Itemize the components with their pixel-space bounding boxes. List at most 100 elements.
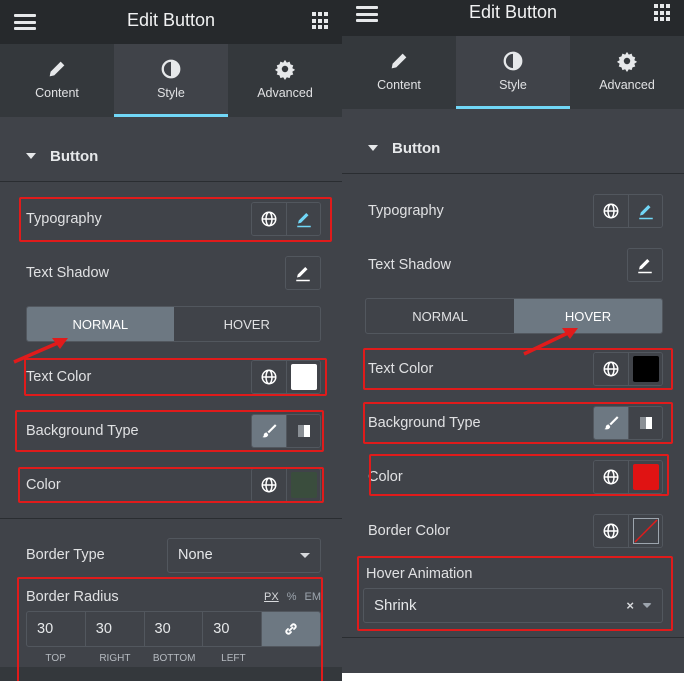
- text-color-swatch[interactable]: [628, 353, 662, 385]
- radius-right-input[interactable]: 30: [86, 612, 145, 646]
- pencil-icon: [296, 213, 311, 228]
- section-body: Typography Text Shadow NORMAL HOVER Text…: [0, 182, 342, 681]
- hover-animation-value: Shrink: [374, 597, 417, 614]
- radius-left-input[interactable]: 30: [203, 612, 262, 646]
- gradient-background-button[interactable]: [286, 415, 320, 447]
- typography-row: Typography: [19, 192, 332, 246]
- text-color-controls: [593, 352, 663, 386]
- color-row: Color: [18, 458, 324, 512]
- radius-bottom-input[interactable]: 30: [145, 612, 204, 646]
- hover-animation-label: Hover Animation: [366, 566, 473, 582]
- background-type-controls: [251, 414, 321, 448]
- background-type-label: Background Type: [26, 423, 139, 439]
- gear-icon: [616, 51, 638, 72]
- unit-px[interactable]: PX: [264, 591, 279, 603]
- tab-label: Content: [377, 78, 421, 92]
- edit-text-shadow-button[interactable]: [628, 249, 662, 281]
- border-radius-label: Border Radius: [26, 589, 119, 605]
- classic-background-button[interactable]: [594, 407, 628, 439]
- section-title: Button: [392, 139, 441, 157]
- radius-top-input[interactable]: 30: [27, 612, 86, 646]
- border-color-row: Border Color: [363, 504, 663, 558]
- caret-down-icon: [368, 145, 378, 151]
- hover-animation-select[interactable]: Shrink ×: [363, 588, 663, 623]
- color-controls: [251, 468, 321, 502]
- tab-hover[interactable]: HOVER: [174, 307, 321, 341]
- tab-label: Style: [157, 86, 185, 100]
- gradient-icon: [297, 425, 310, 437]
- border-type-row: Border Type None: [21, 533, 321, 577]
- link-values-button[interactable]: [262, 612, 320, 646]
- no-color-icon: [632, 518, 659, 544]
- state-toggle: NORMAL HOVER: [26, 306, 321, 342]
- global-button[interactable]: [594, 353, 628, 385]
- link-icon: [285, 623, 297, 635]
- caret-down-icon: [26, 153, 36, 159]
- unit-em[interactable]: EM: [305, 591, 322, 603]
- section-title: Button: [50, 147, 99, 165]
- contrast-icon: [503, 51, 523, 71]
- panel-header: Edit Button: [0, 0, 342, 44]
- pencil-icon: [638, 205, 653, 220]
- tab-content[interactable]: Content: [0, 44, 114, 117]
- tab-style[interactable]: Style: [456, 36, 570, 109]
- text-shadow-label: Text Shadow: [368, 257, 452, 273]
- globe-icon: [603, 203, 619, 219]
- color-row: Color: [363, 450, 669, 504]
- color-controls: [593, 460, 663, 494]
- text-color-swatch[interactable]: [286, 361, 320, 393]
- gradient-icon: [639, 417, 652, 429]
- global-button[interactable]: [594, 461, 628, 493]
- pencil-icon: [296, 267, 310, 282]
- edit-typography-button[interactable]: [286, 203, 320, 235]
- tab-advanced[interactable]: Advanced: [570, 36, 684, 109]
- widgets-grid-icon[interactable]: [654, 4, 672, 22]
- global-button[interactable]: [594, 515, 628, 547]
- tab-label: Style: [499, 78, 527, 92]
- tab-label: Advanced: [257, 86, 313, 100]
- section-button-header[interactable]: Button: [342, 123, 684, 174]
- typography-controls: [251, 202, 321, 236]
- tab-normal[interactable]: NORMAL: [27, 307, 174, 341]
- global-button[interactable]: [252, 203, 286, 235]
- tab-advanced[interactable]: Advanced: [228, 44, 342, 117]
- tab-hover[interactable]: HOVER: [514, 299, 662, 333]
- color-swatch[interactable]: [286, 469, 320, 501]
- panel-title: Edit Button: [468, 2, 558, 22]
- hover-animation-block: Hover Animation Shrink ×: [357, 556, 673, 631]
- tab-label: Advanced: [599, 78, 655, 92]
- text-color-label: Text Color: [368, 361, 434, 377]
- classic-background-button[interactable]: [252, 415, 286, 447]
- tab-style[interactable]: Style: [114, 44, 228, 117]
- widgets-grid-icon[interactable]: [312, 12, 330, 30]
- border-type-select[interactable]: None: [167, 537, 321, 573]
- background-type-row: Background Type: [15, 404, 324, 458]
- global-button[interactable]: [594, 195, 628, 227]
- gradient-background-button[interactable]: [628, 407, 662, 439]
- section-button-header[interactable]: Button: [0, 131, 342, 182]
- color-swatch[interactable]: [628, 461, 662, 493]
- edit-typography-button[interactable]: [628, 195, 662, 227]
- pencil-icon: [638, 259, 652, 274]
- edit-text-shadow-button[interactable]: [286, 257, 320, 289]
- border-color-controls: [593, 514, 663, 548]
- color-label: Color: [26, 477, 61, 493]
- global-button[interactable]: [252, 469, 286, 501]
- global-button[interactable]: [252, 361, 286, 393]
- brush-icon: [604, 416, 619, 430]
- globe-icon: [603, 361, 619, 377]
- text-color-label: Text Color: [26, 369, 92, 385]
- panel-header: Edit Button: [342, 0, 684, 36]
- border-color-label: Border Color: [368, 523, 451, 539]
- globe-icon: [603, 523, 619, 539]
- text-shadow-row: Text Shadow: [363, 238, 663, 292]
- dropdown-arrow-icon: [642, 603, 652, 608]
- tab-content[interactable]: Content: [342, 36, 456, 109]
- unit-percent[interactable]: %: [287, 591, 297, 603]
- tab-normal[interactable]: NORMAL: [366, 299, 514, 333]
- border-color-swatch[interactable]: [628, 515, 662, 547]
- typography-label: Typography: [368, 203, 444, 219]
- border-radius-block: Border Radius PX% EM 30 30 30 30 TOP RIGH…: [17, 577, 323, 681]
- pencil-icon: [49, 61, 65, 77]
- clear-icon[interactable]: ×: [626, 598, 634, 613]
